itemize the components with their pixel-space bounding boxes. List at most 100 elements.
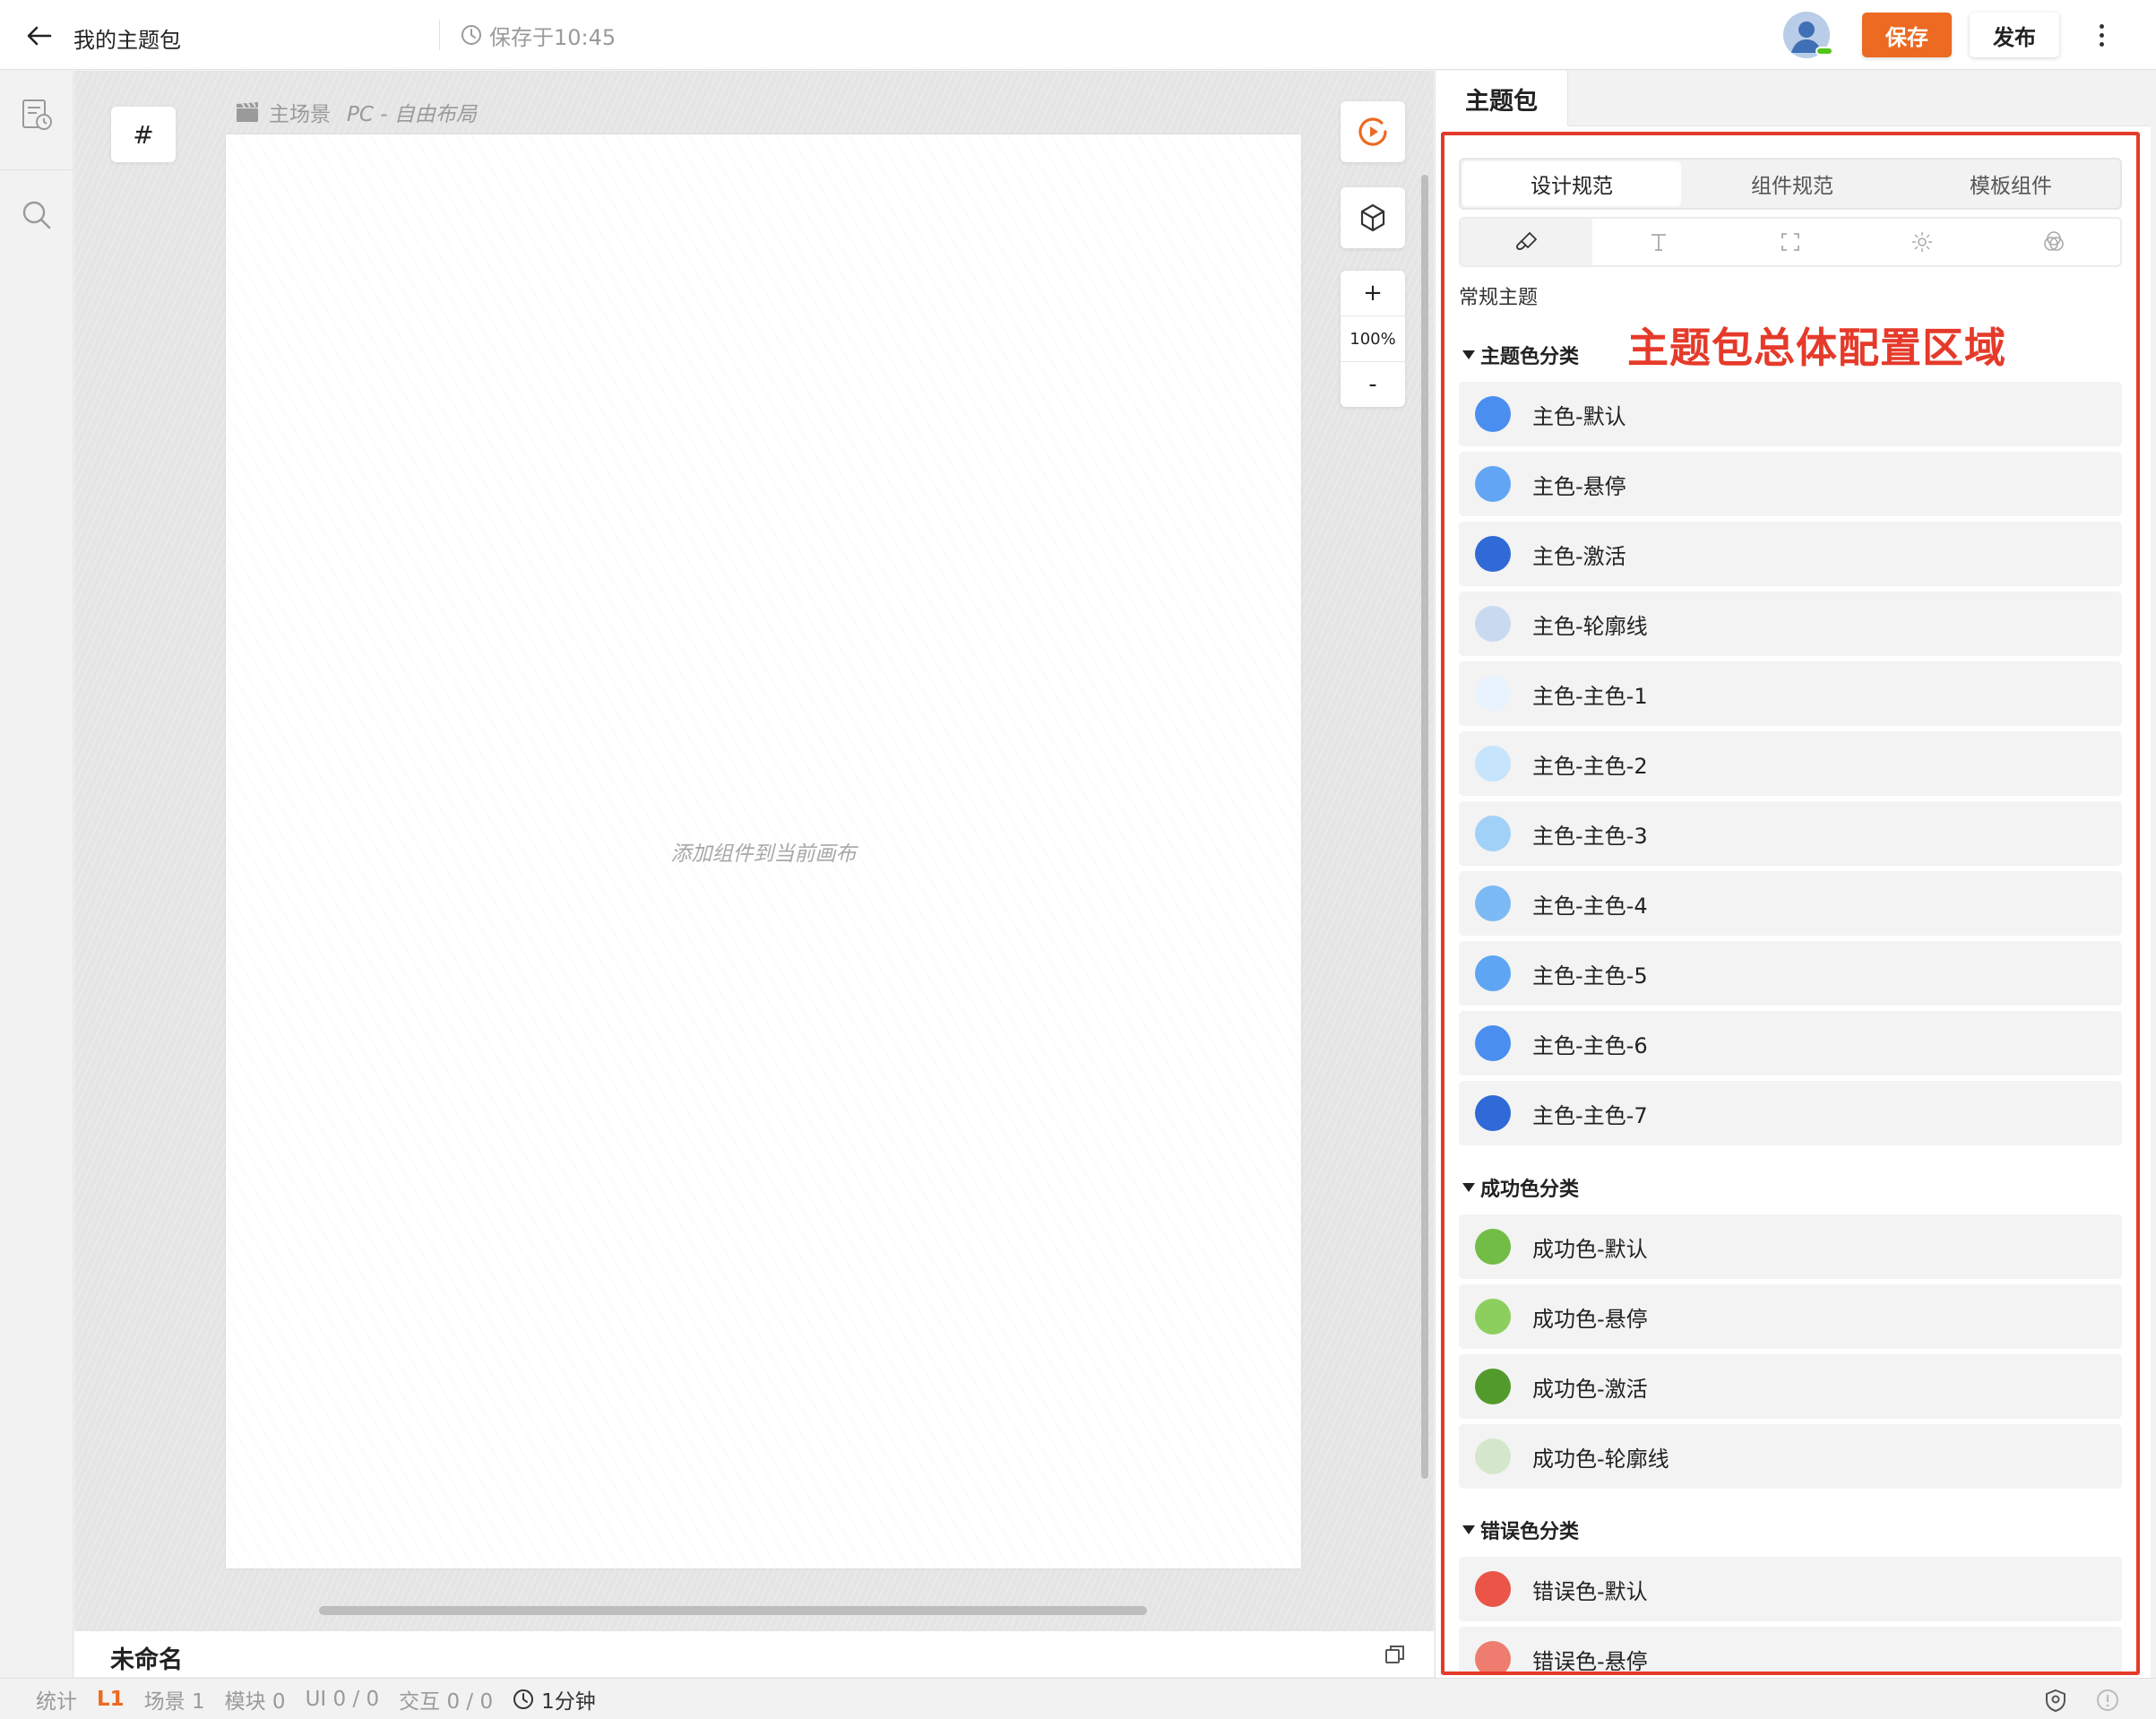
empty-canvas-hint: 添加组件到当前画布 bbox=[670, 842, 857, 866]
shield-icon[interactable] bbox=[2043, 1688, 2068, 1713]
publish-button[interactable]: 发布 bbox=[1970, 13, 2059, 57]
horizontal-scrollbar[interactable] bbox=[319, 1606, 1147, 1615]
color-row[interactable]: 主色-主色-2 bbox=[1459, 731, 2122, 796]
caret-down-icon bbox=[1462, 350, 1475, 359]
tab-design-spec[interactable]: 设计规范 bbox=[1462, 161, 1681, 206]
caret-down-icon bbox=[1462, 1183, 1475, 1192]
tab-template-components[interactable]: 模板组件 bbox=[1902, 160, 2120, 208]
color-row[interactable]: 错误色-悬停 bbox=[1459, 1627, 2122, 1671]
vertical-scrollbar[interactable] bbox=[1421, 175, 1428, 1479]
color-swatch[interactable] bbox=[1475, 536, 1511, 572]
duration: 1分钟 bbox=[513, 1684, 616, 1715]
color-swatch[interactable] bbox=[1475, 1229, 1511, 1265]
zoom-out-button[interactable]: - bbox=[1341, 362, 1405, 407]
more-menu-icon[interactable] bbox=[2088, 18, 2115, 52]
save-status-text: 保存于10:45 bbox=[489, 24, 617, 50]
copy-icon[interactable] bbox=[1383, 1642, 1408, 1667]
color-label: 错误色-默认 bbox=[1532, 1578, 1648, 1604]
color-label: 成功色-悬停 bbox=[1532, 1306, 1648, 1332]
color-row[interactable]: 错误色-默认 bbox=[1459, 1557, 2122, 1621]
canvas-area[interactable]: # 主场景 PC - 自由布局 添加组件到当前画布 + 100% - bbox=[74, 71, 1434, 1630]
icon-tabs bbox=[1459, 217, 2122, 267]
color-row[interactable]: 主色-激活 bbox=[1459, 522, 2122, 586]
clapperboard-icon bbox=[237, 101, 258, 122]
theme-color-list[interactable]: 常规主题 主题包总体配置区域 主题色分类 主色-默认 主色-悬停 主色-激活 主… bbox=[1459, 272, 2122, 1671]
scene-mode: PC - 自由布局 bbox=[347, 103, 477, 126]
group-header-success[interactable]: 成功色分类 bbox=[1459, 1170, 1579, 1205]
color-label: 主色-激活 bbox=[1532, 543, 1626, 569]
color-row[interactable]: 成功色-悬停 bbox=[1459, 1284, 2122, 1349]
document-bar: 未命名 bbox=[74, 1630, 1434, 1677]
color-row[interactable]: 成功色-激活 bbox=[1459, 1354, 2122, 1419]
back-arrow-icon[interactable] bbox=[23, 20, 56, 52]
module-count: 模块 0 bbox=[224, 1689, 286, 1714]
tab-component-spec[interactable]: 组件规范 bbox=[1683, 160, 1902, 208]
color-swatch[interactable] bbox=[1475, 955, 1511, 991]
color-swatch[interactable] bbox=[1475, 1025, 1511, 1061]
color-row[interactable]: 主色-悬停 bbox=[1459, 452, 2122, 516]
search-icon[interactable] bbox=[18, 196, 56, 234]
grid-hash-button[interactable]: # bbox=[111, 107, 176, 162]
status-bar: 统计 L1 场景 1 模块 0 UI 0 / 0 交互 0 / 0 1分钟 bbox=[0, 1678, 2156, 1719]
color-swatch[interactable] bbox=[1475, 1369, 1511, 1404]
color-swatch[interactable] bbox=[1475, 676, 1511, 712]
color-label: 错误色-悬停 bbox=[1532, 1648, 1648, 1672]
group-title: 成功色分类 bbox=[1480, 1179, 1580, 1201]
frame-icon[interactable] bbox=[1724, 219, 1856, 265]
color-swatch[interactable] bbox=[1475, 606, 1511, 642]
color-swatch[interactable] bbox=[1475, 885, 1511, 921]
top-bar: 我的主题包 保存于10:45 保存 发布 bbox=[0, 0, 2156, 70]
scene-label: 主场景 PC - 自由布局 bbox=[235, 97, 477, 127]
document-name[interactable]: 未命名 bbox=[110, 1640, 183, 1675]
color-row[interactable]: 成功色-默认 bbox=[1459, 1214, 2122, 1279]
clock-icon bbox=[513, 1689, 534, 1709]
color-label: 主色-主色-3 bbox=[1532, 823, 1648, 849]
level-badge: L1 bbox=[97, 1687, 125, 1711]
save-button[interactable]: 保存 bbox=[1862, 13, 1952, 57]
color-row[interactable]: 主色-主色-6 bbox=[1459, 1011, 2122, 1075]
text-icon[interactable] bbox=[1592, 219, 1724, 265]
color-swatch[interactable] bbox=[1475, 816, 1511, 851]
interaction-count: 交互 0 / 0 bbox=[399, 1689, 494, 1714]
color-label: 主色-悬停 bbox=[1532, 473, 1626, 499]
color-row[interactable]: 主色-主色-1 bbox=[1459, 661, 2122, 726]
color-swatch[interactable] bbox=[1475, 1641, 1511, 1671]
color-row[interactable]: 主色-主色-7 bbox=[1459, 1081, 2122, 1145]
theme-panel: 主题包 设计规范 组件规范 模板组件 常规主题 主题包总体配置区域 主题色分类 bbox=[1435, 71, 2156, 1678]
effect-icon[interactable] bbox=[1857, 219, 1988, 265]
color-row[interactable]: 主色-默认 bbox=[1459, 382, 2122, 446]
color-label: 主色-轮廓线 bbox=[1532, 613, 1648, 639]
scene-count: 场景 1 bbox=[143, 1689, 205, 1714]
color-swatch[interactable] bbox=[1475, 1438, 1511, 1474]
tab-theme-package[interactable]: 主题包 bbox=[1436, 71, 1568, 126]
color-swatch[interactable] bbox=[1475, 1571, 1511, 1607]
color-swatch[interactable] bbox=[1475, 466, 1511, 502]
color-row[interactable]: 主色-主色-5 bbox=[1459, 941, 2122, 1006]
color-swatch[interactable] bbox=[1475, 746, 1511, 782]
zoom-control: + 100% - bbox=[1341, 271, 1405, 407]
group-header-primary[interactable]: 主题色分类 bbox=[1459, 337, 1579, 373]
blend-icon[interactable] bbox=[1988, 219, 2120, 265]
group-header-error[interactable]: 错误色分类 bbox=[1459, 1512, 1579, 1548]
page-history-icon[interactable] bbox=[18, 96, 56, 134]
preview-play-icon[interactable] bbox=[1341, 101, 1405, 162]
zoom-in-button[interactable]: + bbox=[1341, 271, 1405, 315]
stats-label: 统计 bbox=[36, 1689, 77, 1714]
color-label: 主色-主色-7 bbox=[1532, 1102, 1648, 1128]
color-row[interactable]: 主色-主色-3 bbox=[1459, 801, 2122, 866]
color-row[interactable]: 成功色-轮廓线 bbox=[1459, 1424, 2122, 1489]
brush-icon[interactable] bbox=[1461, 219, 1593, 265]
color-swatch[interactable] bbox=[1475, 396, 1511, 432]
info-icon[interactable] bbox=[2095, 1688, 2120, 1713]
scene-name: 主场景 bbox=[269, 103, 331, 126]
color-row[interactable]: 主色-主色-4 bbox=[1459, 871, 2122, 936]
artboard[interactable]: 添加组件到当前画布 bbox=[226, 134, 1301, 1568]
color-label: 成功色-轮廓线 bbox=[1532, 1446, 1669, 1472]
color-label: 主色-主色-2 bbox=[1532, 753, 1648, 779]
group-title: 错误色分类 bbox=[1480, 1521, 1580, 1543]
color-swatch[interactable] bbox=[1475, 1095, 1511, 1131]
3d-cube-icon[interactable] bbox=[1341, 187, 1405, 248]
color-label: 主色-主色-5 bbox=[1532, 963, 1648, 989]
color-row[interactable]: 主色-轮廓线 bbox=[1459, 592, 2122, 656]
color-swatch[interactable] bbox=[1475, 1299, 1511, 1335]
